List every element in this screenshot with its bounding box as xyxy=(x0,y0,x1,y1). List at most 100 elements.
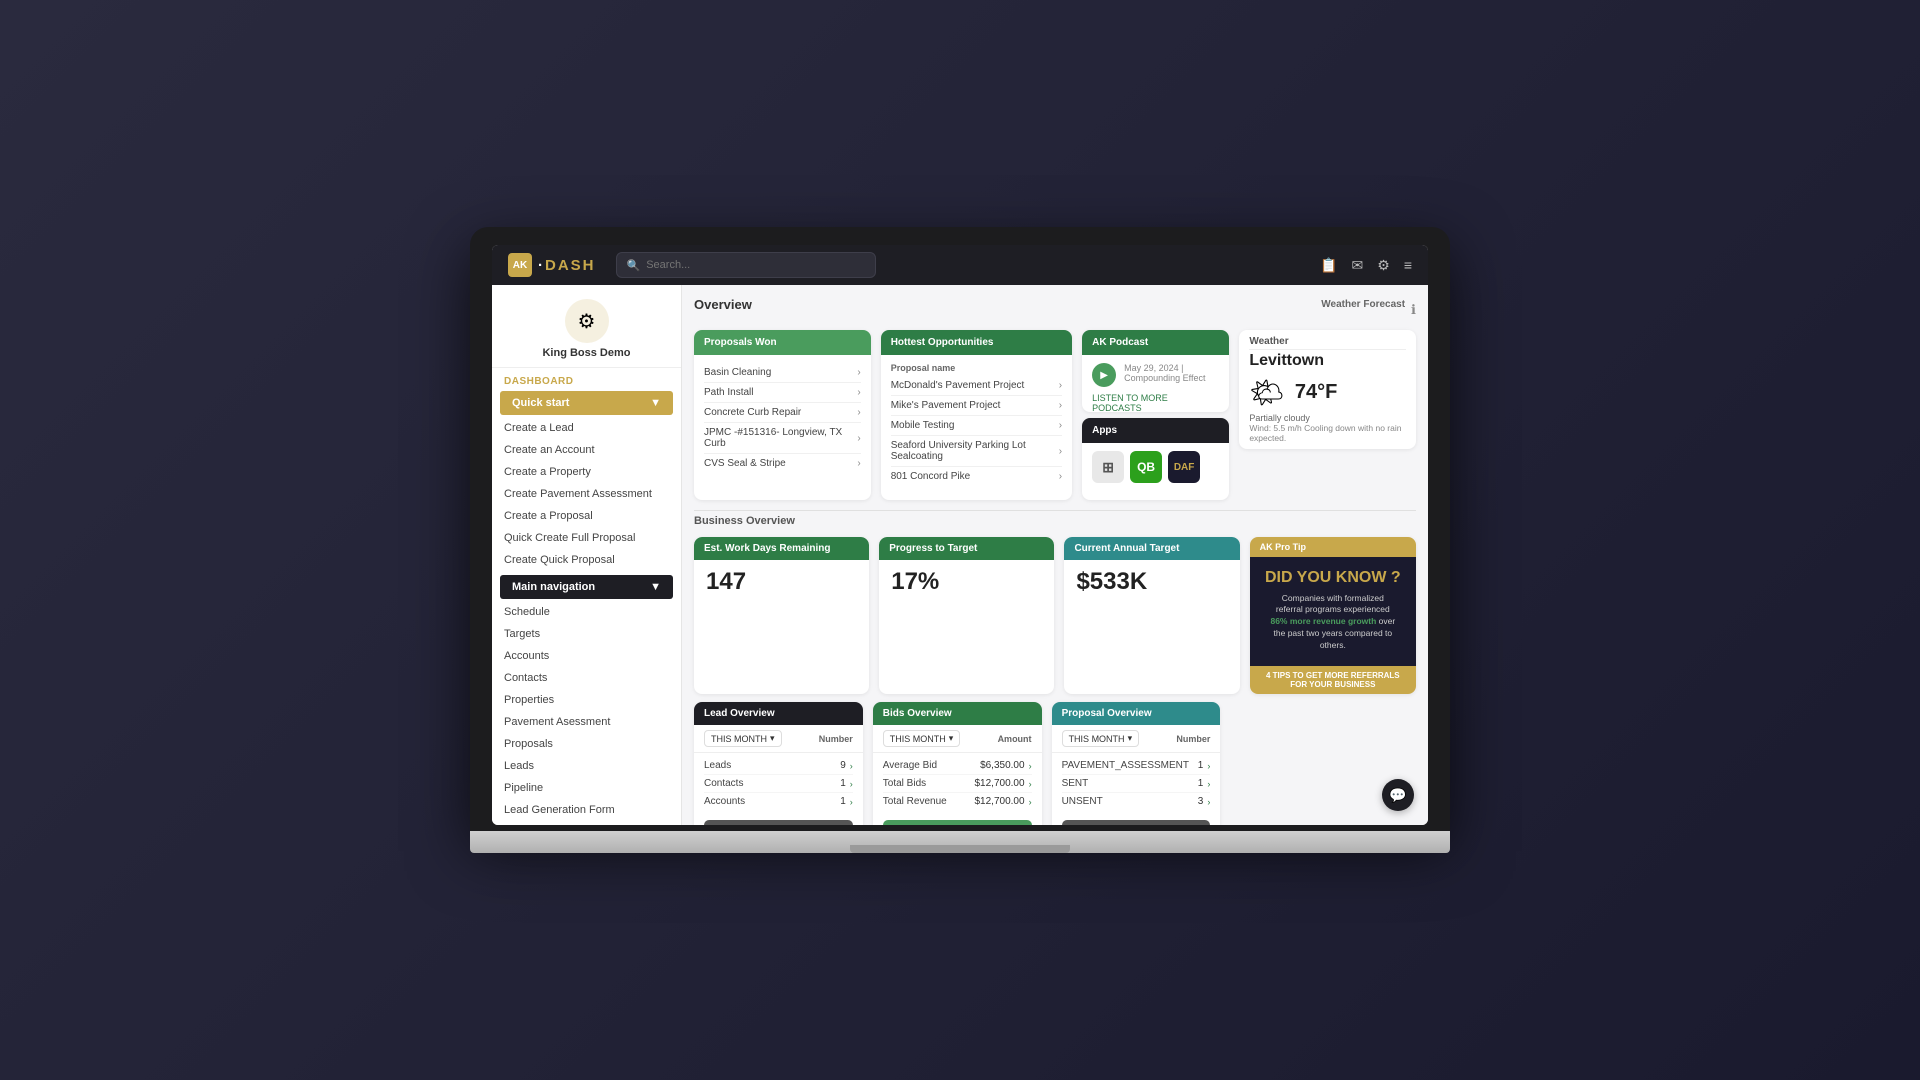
laptop-base xyxy=(470,831,1450,853)
apps-header: Apps xyxy=(1082,418,1229,443)
search-input[interactable] xyxy=(646,259,864,271)
total-bids-row[interactable]: Total Bids $12,700.00 › xyxy=(883,775,1032,793)
settings-icon[interactable]: ⚙ xyxy=(1377,257,1390,274)
podcast-listen-more[interactable]: LISTEN TO MORE PODCASTS xyxy=(1082,391,1229,412)
proposal-month-dropdown[interactable]: THIS MONTH ▾ xyxy=(1062,730,1140,747)
business-overview-title: Business Overview xyxy=(694,510,1416,531)
arrow-icon: › xyxy=(1059,400,1062,411)
sidebar-item-create-account[interactable]: Create an Account xyxy=(492,439,681,461)
job-item[interactable]: Path Install› xyxy=(704,383,861,403)
job-item[interactable]: CVS Seal & Stripe› xyxy=(704,454,861,473)
podcast-item: ▶ May 29, 2024 | Compounding Effect xyxy=(1082,355,1229,391)
podcast-play-button[interactable]: ▶ xyxy=(1092,363,1116,387)
sidebar-item-schedule[interactable]: Schedule xyxy=(492,601,681,623)
menu-icon[interactable]: ≡ xyxy=(1404,257,1412,273)
sidebar-item-lead-gen[interactable]: Lead Generation Form xyxy=(492,799,681,821)
arrow-icon: › xyxy=(1059,380,1062,391)
arrow-icon: › xyxy=(857,458,860,469)
sidebar-item-pavement[interactable]: Pavement Asessment xyxy=(492,711,681,733)
lead-row[interactable]: Leads 9 › xyxy=(704,757,853,775)
annual-target-header: Current Annual Target xyxy=(1064,537,1239,560)
apps-card: Apps ⊞ QB DAF xyxy=(1082,418,1229,500)
quickbooks-icon[interactable]: QB xyxy=(1130,451,1162,483)
sidebar-item-leads[interactable]: Leads xyxy=(492,755,681,777)
sidebar-item-accounts[interactable]: Accounts xyxy=(492,645,681,667)
logo-icon: AK xyxy=(508,253,532,277)
sidebar-item-quick-full-proposal[interactable]: Quick Create Full Proposal xyxy=(492,527,681,549)
mail-icon[interactable]: ✉ xyxy=(1352,257,1364,274)
ak-podcast-card: AK Podcast ▶ May 29, 2024 | Compounding … xyxy=(1082,330,1229,412)
search-bar[interactable]: 🔍 xyxy=(616,252,876,278)
sidebar-item-contacts[interactable]: Contacts xyxy=(492,667,681,689)
info-icon[interactable]: ℹ xyxy=(1411,302,1416,318)
grid-app-icon[interactable]: ⊞ xyxy=(1092,451,1124,483)
company-name: King Boss Demo xyxy=(542,347,630,359)
row-arrow-icon: › xyxy=(1207,761,1210,771)
job-item[interactable]: Basin Cleaning› xyxy=(704,363,861,383)
arrow-icon: › xyxy=(857,433,860,444)
proposal-overview-table: PAVEMENT_ASSESSMENT 1 › SENT 1 › UNSENT … xyxy=(1052,753,1221,814)
arrow-icon: › xyxy=(1059,420,1062,431)
sidebar-item-pipeline[interactable]: Pipeline xyxy=(492,777,681,799)
opportunity-item[interactable]: Mike's Pavement Project› xyxy=(891,396,1062,416)
sidebar-item-create-property[interactable]: Create a Property xyxy=(492,461,681,483)
bids-overview-card: Bids Overview THIS MONTH ▾ Amount xyxy=(873,702,1042,825)
chat-button[interactable]: 💬 xyxy=(1382,779,1414,811)
total-revenue-row[interactable]: Total Revenue $12,700.00 › xyxy=(883,793,1032,810)
search-icon: 🔍 xyxy=(627,259,641,272)
sidebar-item-pavement-assessment[interactable]: Create Pavement Assessment xyxy=(492,483,681,505)
sidebar-logo-area: ⚙ King Boss Demo xyxy=(492,285,681,368)
sidebar-item-proposals[interactable]: Proposals xyxy=(492,733,681,755)
proposal-detailed-report-button[interactable]: View Detailed Report xyxy=(1062,820,1211,825)
pro-tip-footer: 4 TIPS TO GET MORE REFERRALS FOR YOUR BU… xyxy=(1250,666,1416,694)
row-arrow-icon: › xyxy=(1207,779,1210,789)
lead-col-header: Number xyxy=(819,734,853,744)
contacts-row[interactable]: Contacts 1 › xyxy=(704,775,853,793)
est-work-days-value: 147 xyxy=(706,568,857,596)
accounts-row[interactable]: Accounts 1 › xyxy=(704,793,853,810)
create-lead-button[interactable]: Create a Lead xyxy=(704,820,853,825)
row-arrow-icon: › xyxy=(1029,779,1032,789)
main-nav-dropdown[interactable]: Main navigation ▼ xyxy=(500,575,673,599)
arrow-icon: › xyxy=(1059,446,1062,457)
job-item[interactable]: JPMC -#151316- Longview, TX Curb› xyxy=(704,423,861,454)
clipboard-icon[interactable]: 📋 xyxy=(1320,257,1337,274)
lead-month-dropdown[interactable]: THIS MONTH ▾ xyxy=(704,730,782,747)
overview-title: Overview xyxy=(694,297,752,312)
bids-detailed-report-button[interactable]: View Detailed Report xyxy=(883,820,1032,825)
quick-start-dropdown[interactable]: Quick start ▼ xyxy=(500,391,673,415)
weather-forecast-title: Weather Forecast xyxy=(1321,299,1405,310)
sidebar-item-create-proposal[interactable]: Create a Proposal xyxy=(492,505,681,527)
progress-target-header: Progress to Target xyxy=(879,537,1054,560)
opportunity-item[interactable]: McDonald's Pavement Project› xyxy=(891,376,1062,396)
sidebar-item-create-lead[interactable]: Create a Lead xyxy=(492,417,681,439)
sidebar-item-properties[interactable]: Properties xyxy=(492,689,681,711)
lead-overview-header: Lead Overview xyxy=(694,702,863,725)
apps-grid: ⊞ QB DAF xyxy=(1082,443,1229,491)
opportunity-item[interactable]: Mobile Testing› xyxy=(891,416,1062,436)
bids-month-dropdown[interactable]: THIS MONTH ▾ xyxy=(883,730,961,747)
proposal-overview-sub: THIS MONTH ▾ Number xyxy=(1052,725,1221,753)
bids-overview-header: Bids Overview xyxy=(873,702,1042,725)
sidebar-item-quick-proposal[interactable]: Create Quick Proposal xyxy=(492,549,681,571)
weather-title: Weather xyxy=(1239,330,1416,349)
daf-app-icon[interactable]: DAF xyxy=(1168,451,1200,483)
unsent-row[interactable]: UNSENT 3 › xyxy=(1062,793,1211,810)
sent-row[interactable]: SENT 1 › xyxy=(1062,775,1211,793)
job-item[interactable]: Concrete Curb Repair› xyxy=(704,403,861,423)
row-arrow-icon: › xyxy=(850,779,853,789)
arrow-icon: › xyxy=(1059,471,1062,482)
lead-overview-table: Leads 9 › Contacts 1 › Accounts 1 › xyxy=(694,753,863,814)
opportunity-item[interactable]: Seaford University Parking Lot Sealcoati… xyxy=(891,436,1062,467)
pro-tip-header: AK Pro Tip xyxy=(1250,537,1416,557)
arrow-icon: › xyxy=(857,387,860,398)
sidebar-item-invoices[interactable]: Invoices xyxy=(492,821,681,825)
bids-overview-sub: THIS MONTH ▾ Amount xyxy=(873,725,1042,753)
avg-bid-row[interactable]: Average Bid $6,350.00 › xyxy=(883,757,1032,775)
arrow-icon: › xyxy=(857,367,860,378)
weather-card: Weather Levittown 🌤 74°F Partially cloud… xyxy=(1239,330,1416,449)
pavement-assessment-row[interactable]: PAVEMENT_ASSESSMENT 1 › xyxy=(1062,757,1211,775)
sidebar-item-targets[interactable]: Targets xyxy=(492,623,681,645)
opportunity-item[interactable]: 801 Concord Pike› xyxy=(891,467,1062,486)
proposal-overview-card: Proposal Overview THIS MONTH ▾ Number xyxy=(1052,702,1221,825)
